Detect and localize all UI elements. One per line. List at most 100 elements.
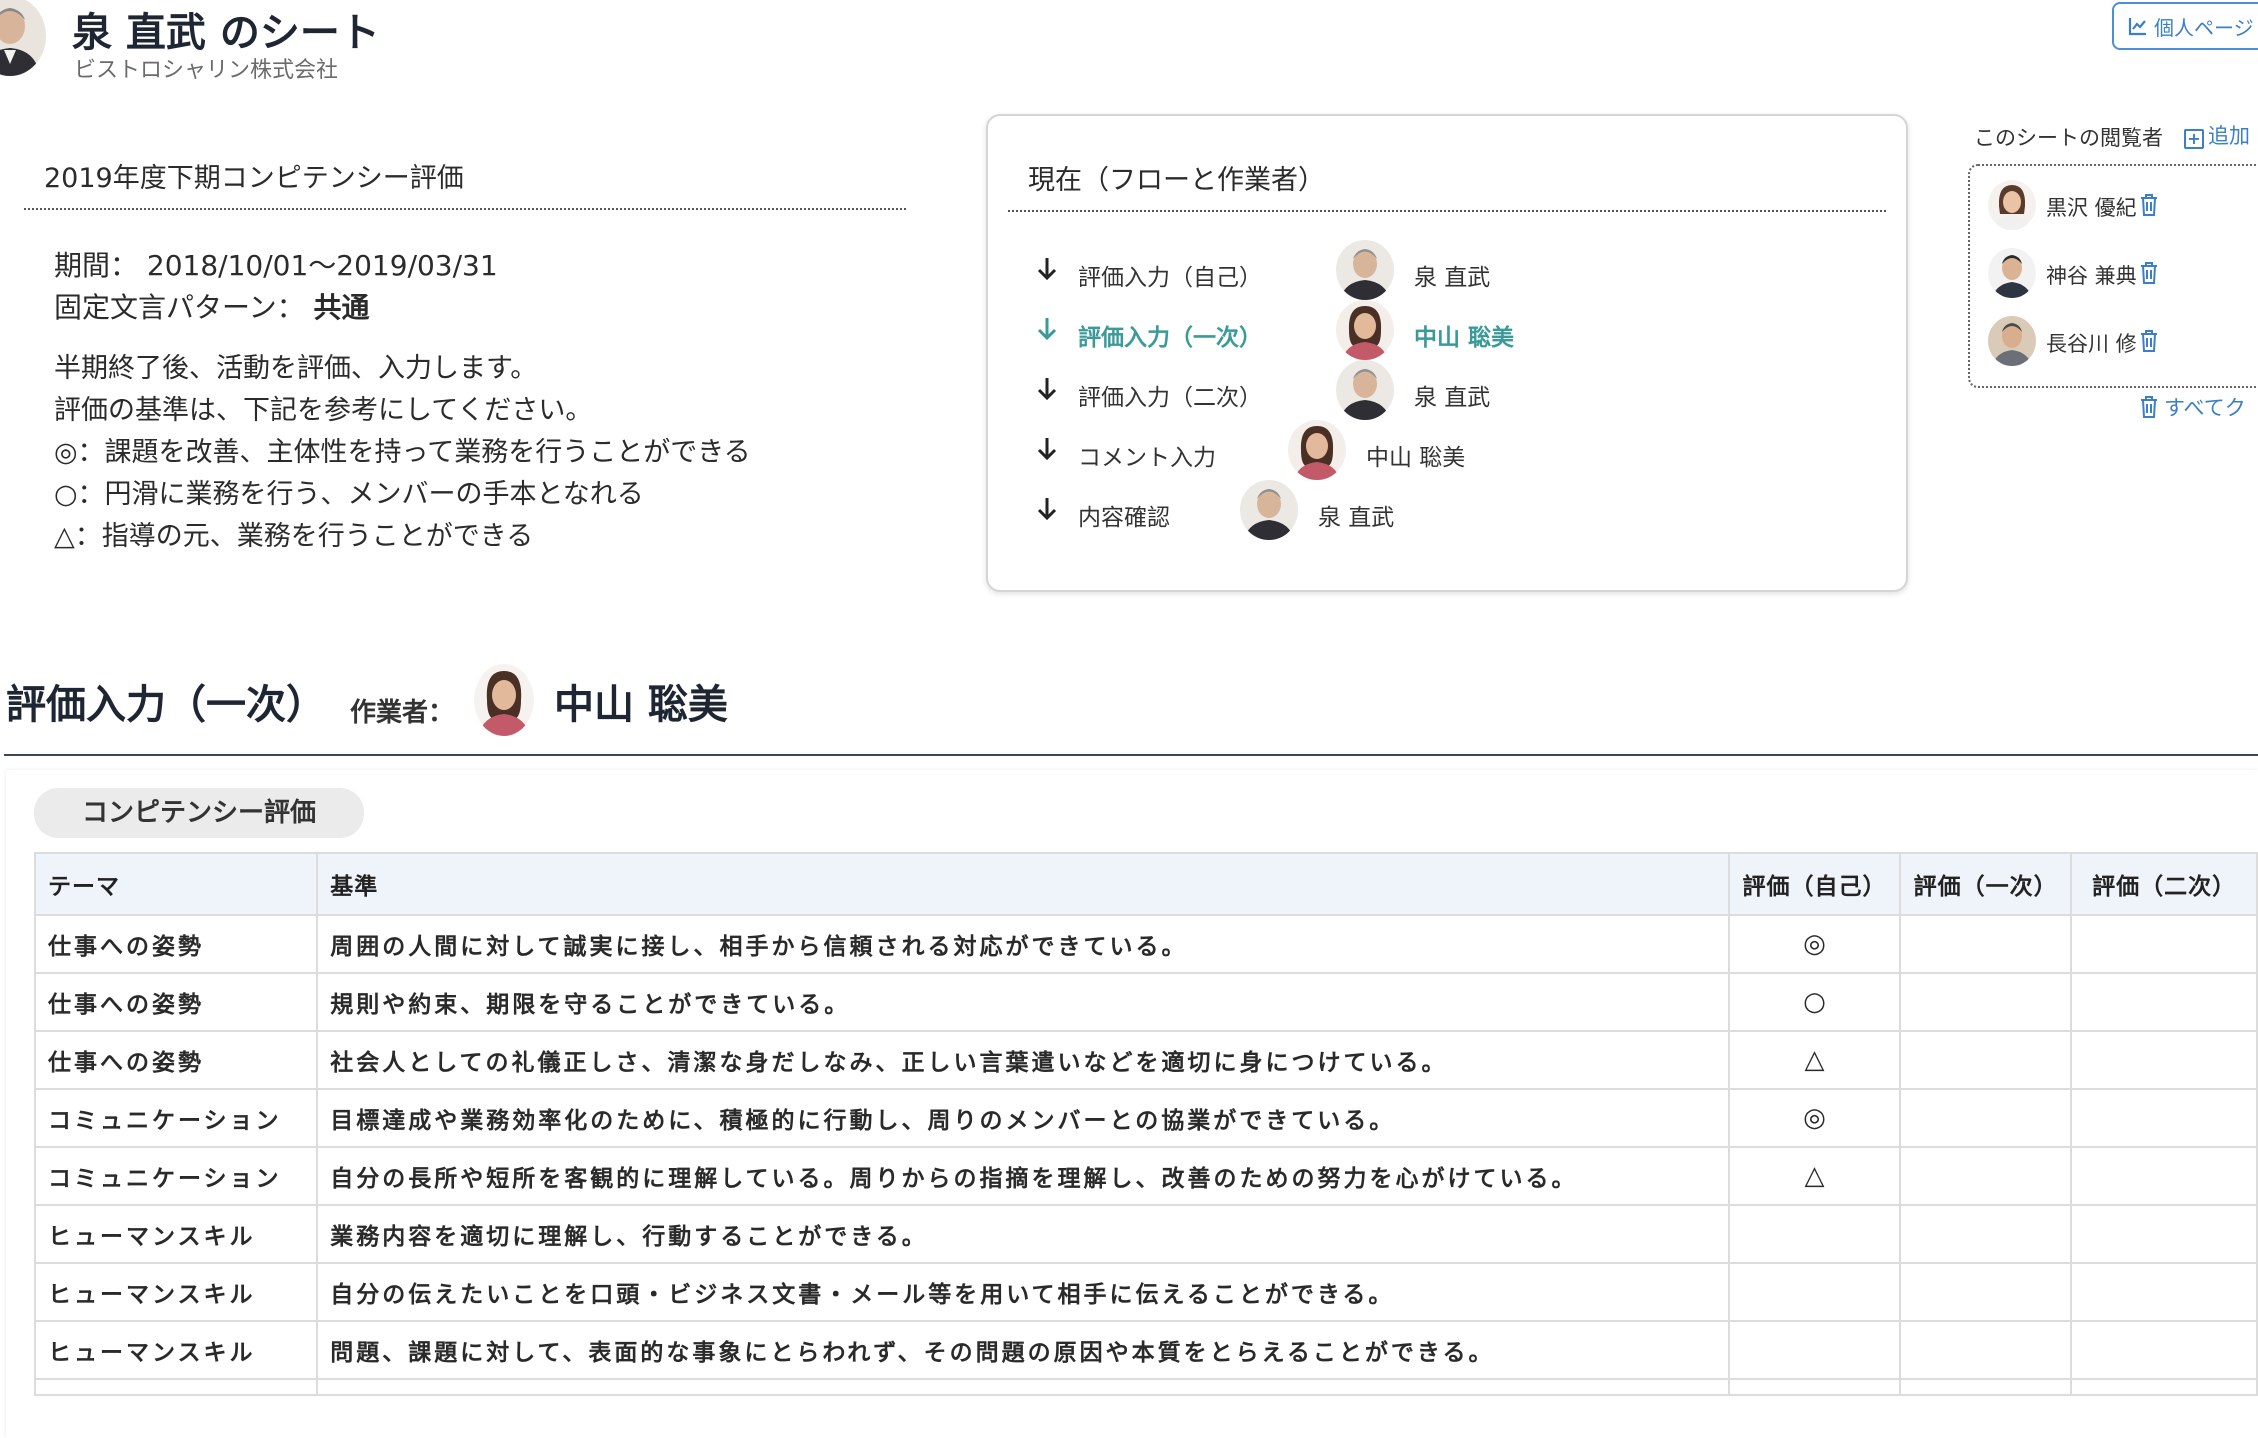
period-line: 期間： 2018/10/01〜2019/03/31 xyxy=(54,244,498,284)
viewer-name: 神谷 兼典 xyxy=(2046,264,2137,288)
arrow-down-icon xyxy=(1037,498,1057,521)
column-header-self: 評価（自己） xyxy=(1727,852,1902,916)
self-rating-cell: △ xyxy=(1727,1030,1902,1090)
criterion-cell: 規則や約束、期限を守ることができている。 xyxy=(316,972,1730,1032)
add-viewer-label: 追加 xyxy=(2208,124,2250,148)
theme-cell: 仕事への姿勢 xyxy=(33,972,319,1032)
period-label: 期間： xyxy=(54,249,139,282)
person-photo-icon xyxy=(1336,240,1394,300)
description-line: ◎：課題を改善、主体性を持って業務を行うことができる xyxy=(54,437,751,468)
first-rating-cell[interactable] xyxy=(1899,972,2073,1032)
flow-step-label: 評価入力（自己） xyxy=(1078,265,1262,291)
self-rating-cell: ◎ xyxy=(1727,1088,1902,1148)
evaluation-name: 2019年度下期コンピテンシー評価 xyxy=(44,163,464,194)
viewer-name: 黒沢 優紀 xyxy=(2046,196,2137,220)
second-rating-cell xyxy=(2070,1088,2258,1148)
theme-cell: ヒューマンスキル xyxy=(33,1320,319,1380)
self-rating-cell xyxy=(1727,1320,1902,1380)
arrow-down-icon xyxy=(1037,378,1057,401)
empty-cell xyxy=(33,1378,319,1396)
table-row: ヒューマンスキル 業務内容を適切に理解し、行動することができる。 xyxy=(33,1204,2258,1264)
flow-step-person: 中山 聡美 xyxy=(1366,445,1466,471)
viewer-name: 長谷川 修 xyxy=(2046,332,2137,356)
table-row: 仕事への姿勢 社会人としての礼儀正しさ、清潔な身だしなみ、正しい言葉遣いなどを適… xyxy=(33,1030,2258,1090)
table-row: ヒューマンスキル 問題、課題に対して、表面的な事象にとらわれず、その問題の原因や… xyxy=(33,1320,2258,1380)
first-rating-cell[interactable] xyxy=(1899,1088,2073,1148)
description-line: ○：円滑に業務を行う、メンバーの手本となれる xyxy=(54,479,644,510)
empty-cell xyxy=(1899,1378,2073,1396)
description-line: 評価の基準は、下記を参考にしてください。 xyxy=(54,395,593,426)
second-rating-cell xyxy=(2070,1262,2258,1322)
criterion-cell: 業務内容を適切に理解し、行動することができる。 xyxy=(316,1204,1730,1264)
theme-cell: コミュニケーション xyxy=(33,1146,319,1206)
section-divider xyxy=(4,754,2258,756)
table-header-row: テーマ 基準 評価（自己） 評価（一次） 評価（二次） xyxy=(33,852,2258,916)
theme-cell: ヒューマンスキル xyxy=(33,1262,319,1322)
sheet-title: 泉 直武 のシート xyxy=(72,10,380,56)
criterion-cell: 自分の長所や短所を客観的に理解している。周りからの指摘を理解し、改善のための努力… xyxy=(316,1146,1730,1206)
first-rating-cell[interactable] xyxy=(1899,1030,2073,1090)
first-rating-cell[interactable] xyxy=(1899,1204,2073,1264)
flow-step-label-active: 評価入力（一次） xyxy=(1078,325,1262,351)
second-rating-cell xyxy=(2070,1204,2258,1264)
first-rating-cell[interactable] xyxy=(1899,1146,2073,1206)
table-row: 仕事への姿勢 周囲の人間に対して誠実に接し、相手から信頼される対応ができている。… xyxy=(33,914,2258,974)
column-header-second: 評価（二次） xyxy=(2070,852,2258,916)
flow-step-label: コメント入力 xyxy=(1078,445,1216,471)
second-rating-cell xyxy=(2070,1146,2258,1206)
second-rating-cell xyxy=(2070,1320,2258,1380)
table-row-empty xyxy=(33,1378,2258,1396)
table-row: コミュニケーション 目標達成や業務効率化のために、積極的に行動し、周りのメンバー… xyxy=(33,1088,2258,1148)
description-line: △：指導の元、業務を行うことができる xyxy=(54,521,534,552)
pattern-label: 固定文言パターン： xyxy=(54,291,305,324)
remove-all-viewers-button[interactable]: すべてク xyxy=(2140,392,2246,422)
criterion-cell: 周囲の人間に対して誠実に接し、相手から信頼される対応ができている。 xyxy=(316,914,1730,974)
second-rating-cell xyxy=(2070,1030,2258,1090)
personal-page-button[interactable]: 個人ページ xyxy=(2112,2,2258,50)
criterion-cell: 社会人としての礼儀正しさ、清潔な身だしなみ、正しい言葉遣いなどを適切に身につけて… xyxy=(316,1030,1730,1090)
owner-avatar xyxy=(0,0,46,76)
flow-step-label: 内容確認 xyxy=(1078,505,1170,531)
first-rating-cell[interactable] xyxy=(1899,1320,2073,1380)
criterion-cell: 自分の伝えたいことを口頭・ビジネス文書・メール等を用いて相手に伝えることができる… xyxy=(316,1262,1730,1322)
self-rating-cell: △ xyxy=(1727,1146,1902,1206)
person-photo-icon xyxy=(1336,300,1394,360)
table-row: コミュニケーション 自分の長所や短所を客観的に理解している。周りからの指摘を理解… xyxy=(33,1146,2258,1206)
trash-icon xyxy=(2141,396,2157,418)
arrow-down-icon xyxy=(1037,318,1057,341)
add-viewer-button[interactable]: + 追加 xyxy=(2184,120,2250,150)
table-row: 仕事への姿勢 規則や約束、期限を守ることができている。 ○ xyxy=(33,972,2258,1032)
empty-cell xyxy=(1727,1378,1902,1396)
person-photo-icon xyxy=(1988,248,2036,298)
flow-step-person: 泉 直武 xyxy=(1318,505,1395,531)
evaluation-divider xyxy=(24,208,906,210)
empty-cell xyxy=(316,1378,1730,1396)
flow-step-person: 泉 直武 xyxy=(1414,385,1491,411)
chart-icon xyxy=(2128,18,2146,36)
tab-competency-evaluation[interactable]: コンピテンシー評価 xyxy=(34,788,364,838)
person-photo-icon xyxy=(1288,420,1346,480)
flow-step-person: 泉 直武 xyxy=(1414,265,1491,291)
self-rating-cell: ○ xyxy=(1727,972,1902,1032)
self-rating-cell: ◎ xyxy=(1727,914,1902,974)
viewers-heading: このシートの閲覧者 xyxy=(1974,126,2163,150)
period-value: 2018/10/01〜2019/03/31 xyxy=(146,249,498,282)
arrow-down-icon xyxy=(1037,258,1057,281)
second-rating-cell xyxy=(2070,914,2258,974)
trash-icon[interactable] xyxy=(2140,330,2158,352)
first-rating-cell[interactable] xyxy=(1899,1262,2073,1322)
self-rating-cell xyxy=(1727,1204,1902,1264)
theme-cell: 仕事への姿勢 xyxy=(33,914,319,974)
person-photo-icon xyxy=(1988,180,2036,230)
pattern-line: 固定文言パターン： 共通 xyxy=(54,286,370,326)
flow-step-label: 評価入力（二次） xyxy=(1078,385,1262,411)
table-row: ヒューマンスキル 自分の伝えたいことを口頭・ビジネス文書・メール等を用いて相手に… xyxy=(33,1262,2258,1322)
person-photo-icon xyxy=(1336,360,1394,420)
trash-icon[interactable] xyxy=(2140,262,2158,284)
trash-icon[interactable] xyxy=(2140,194,2158,216)
theme-cell: コミュニケーション xyxy=(33,1088,319,1148)
plus-square-icon: + xyxy=(2184,129,2204,149)
first-rating-cell[interactable] xyxy=(1899,914,2073,974)
current-step-title: 評価入力（一次） xyxy=(6,682,326,728)
worker-name: 中山 聡美 xyxy=(554,682,728,728)
